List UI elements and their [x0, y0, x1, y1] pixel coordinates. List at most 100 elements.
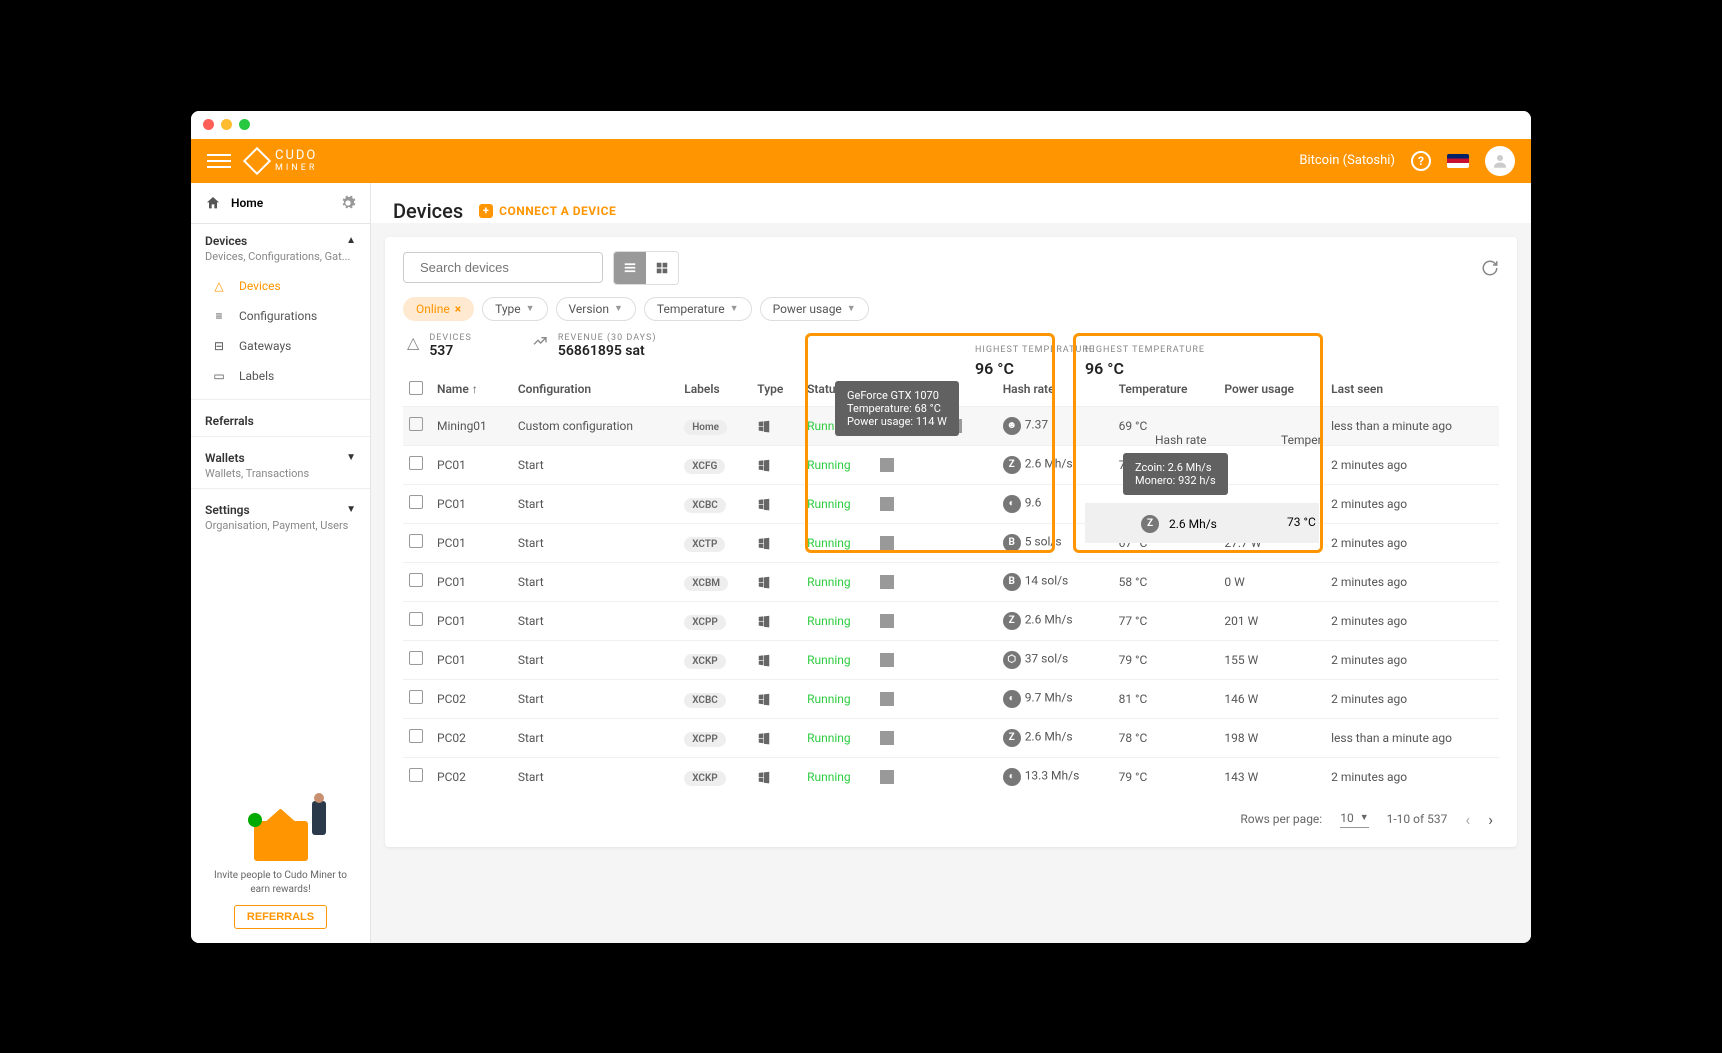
filter-chip-type[interactable]: Type▼	[482, 297, 547, 321]
cell-config: Start	[512, 640, 678, 679]
wallet-selector[interactable]: Bitcoin (Satoshi)	[1299, 153, 1395, 168]
cell-processors[interactable]	[880, 692, 991, 706]
cell-temperature: 78 °C	[1113, 718, 1219, 757]
filter-chip-version[interactable]: Version▼	[556, 297, 636, 321]
search-input[interactable]	[403, 252, 603, 283]
cell-processors[interactable]	[880, 497, 991, 511]
table-row[interactable]: PC01 Start XCPP Running Z2.6 Mh/s 77 °C …	[403, 601, 1499, 640]
row-checkbox[interactable]	[409, 417, 423, 431]
table-row[interactable]: PC01 Start XCTP Running B5 sol/s 67 °C 2…	[403, 523, 1499, 562]
label-tag[interactable]: XCKP	[684, 771, 726, 786]
label-tag[interactable]: XCKP	[684, 654, 726, 669]
label-tag[interactable]: XCBC	[684, 693, 726, 708]
row-checkbox[interactable]	[409, 690, 423, 704]
minimize-window-button[interactable]	[221, 119, 232, 130]
section-title: Devices	[205, 234, 247, 248]
row-checkbox[interactable]	[409, 534, 423, 548]
label-tag[interactable]: XCBM	[684, 576, 728, 591]
close-window-button[interactable]	[203, 119, 214, 130]
cell-processors[interactable]	[880, 731, 991, 745]
cell-processors[interactable]	[880, 419, 991, 433]
cell-name: PC01	[431, 640, 512, 679]
table-row[interactable]: PC02 Start XCBC Running ◐9.7 Mh/s 81 °C …	[403, 679, 1499, 718]
sidebar-section-settings[interactable]: Settings▼ Organisation, Payment, Users	[191, 493, 370, 536]
connect-device-button[interactable]: + CONNECT A DEVICE	[479, 204, 616, 218]
chip-remove-icon[interactable]: ×	[455, 302, 461, 316]
sidebar-referrals[interactable]: Referrals	[191, 404, 370, 432]
cell-processors[interactable]	[880, 770, 991, 784]
filter-chip-power-usage[interactable]: Power usage▼	[760, 297, 869, 321]
menu-icon[interactable]	[207, 149, 231, 173]
select-all-checkbox[interactable]	[409, 381, 423, 395]
column-header[interactable]: Temperature	[1113, 373, 1219, 407]
row-checkbox[interactable]	[409, 768, 423, 782]
label-tag[interactable]: XCTP	[684, 537, 725, 552]
cell-processors[interactable]	[880, 653, 991, 667]
cell-processors[interactable]	[880, 614, 991, 628]
cell-processors[interactable]	[880, 575, 991, 589]
prev-page-button[interactable]: ‹	[1465, 810, 1470, 829]
list-view-button[interactable]	[614, 252, 646, 284]
sidebar-home[interactable]: Home	[205, 195, 263, 211]
highest-temp-value-2: 96 °C	[1085, 359, 1124, 378]
row-checkbox[interactable]	[409, 651, 423, 665]
column-header[interactable]: Power usage	[1218, 373, 1325, 407]
label-tag[interactable]: XCFG	[684, 459, 725, 474]
label-tag[interactable]: XCBC	[684, 498, 726, 513]
column-header[interactable]: Hash rate	[997, 373, 1113, 407]
language-flag-icon[interactable]	[1447, 154, 1469, 168]
maximize-window-button[interactable]	[239, 119, 250, 130]
table-row[interactable]: PC02 Start XCPP Running Z2.6 Mh/s 78 °C …	[403, 718, 1499, 757]
sidebar-item-devices[interactable]: △Devices	[191, 271, 370, 301]
refresh-icon[interactable]	[1481, 259, 1499, 277]
sidebar-section-devices[interactable]: Devices▲ Devices, Configurations, Gat...	[191, 224, 370, 267]
sidebar-item-configurations[interactable]: ≡Configurations	[191, 301, 370, 331]
search-field[interactable]	[420, 260, 596, 275]
row-checkbox[interactable]	[409, 573, 423, 587]
column-header[interactable]: Last seen	[1325, 373, 1499, 407]
grid-view-button[interactable]	[646, 252, 678, 284]
table-row[interactable]: PC01 Start XCKP Running ⬡37 sol/s 79 °C …	[403, 640, 1499, 679]
column-header[interactable]: Configuration	[512, 373, 678, 407]
gear-icon[interactable]	[340, 195, 356, 211]
row-checkbox[interactable]	[409, 495, 423, 509]
coin-icon: ◐	[1003, 690, 1021, 708]
sidebar-item-gateways[interactable]: ⊟Gateways	[191, 331, 370, 361]
row-checkbox[interactable]	[409, 612, 423, 626]
column-header[interactable]: Processors	[874, 373, 997, 407]
sidebar-item-labels[interactable]: ▭Labels	[191, 361, 370, 391]
column-header[interactable]: Status	[801, 373, 874, 407]
table-row[interactable]: PC02 Start XCKP Running ◐13.3 Mh/s 79 °C…	[403, 757, 1499, 796]
brand-logo[interactable]: CUDO MINER	[247, 148, 317, 173]
column-header[interactable]: Type	[751, 373, 801, 407]
cell-status: Running	[801, 640, 874, 679]
label-tag[interactable]: Home	[684, 420, 727, 435]
row-checkbox[interactable]	[409, 729, 423, 743]
table-row[interactable]: PC01 Start XCFG Running Z2.6 Mh/s 73 °C …	[403, 445, 1499, 484]
filter-chip-temperature[interactable]: Temperature▼	[644, 297, 752, 321]
cell-status: Running	[801, 523, 874, 562]
cell-power: 0 W	[1218, 562, 1325, 601]
sidebar-section-wallets[interactable]: Wallets▼ Wallets, Transactions	[191, 441, 370, 484]
table-row[interactable]: PC01 Start XCBC Running ◐9.6 2 minutes a…	[403, 484, 1499, 523]
column-header[interactable]: Name ↑	[431, 373, 512, 407]
table-row[interactable]: PC01 Start XCBM Running B14 sol/s 58 °C …	[403, 562, 1499, 601]
cell-name: PC01	[431, 445, 512, 484]
referrals-button[interactable]: REFERRALS	[234, 905, 327, 929]
section-title: Wallets	[205, 451, 245, 465]
cell-name: PC02	[431, 718, 512, 757]
rows-per-page-select[interactable]: 10 ▼	[1340, 811, 1368, 828]
user-avatar-icon[interactable]	[1485, 146, 1515, 176]
row-checkbox[interactable]	[409, 456, 423, 470]
cell-processors[interactable]	[880, 536, 991, 550]
next-page-button[interactable]: ›	[1488, 810, 1493, 829]
help-icon[interactable]: ?	[1411, 151, 1431, 171]
filter-chip-online[interactable]: Online×	[403, 297, 474, 321]
cell-name: PC01	[431, 562, 512, 601]
label-tag[interactable]: XCPP	[684, 732, 726, 747]
table-row[interactable]: Mining01 Custom configuration Home Runni…	[403, 406, 1499, 445]
cell-processors[interactable]	[880, 458, 991, 472]
chevron-down-icon: ▼	[614, 303, 623, 314]
column-header[interactable]: Labels	[678, 373, 751, 407]
label-tag[interactable]: XCPP	[684, 615, 726, 630]
